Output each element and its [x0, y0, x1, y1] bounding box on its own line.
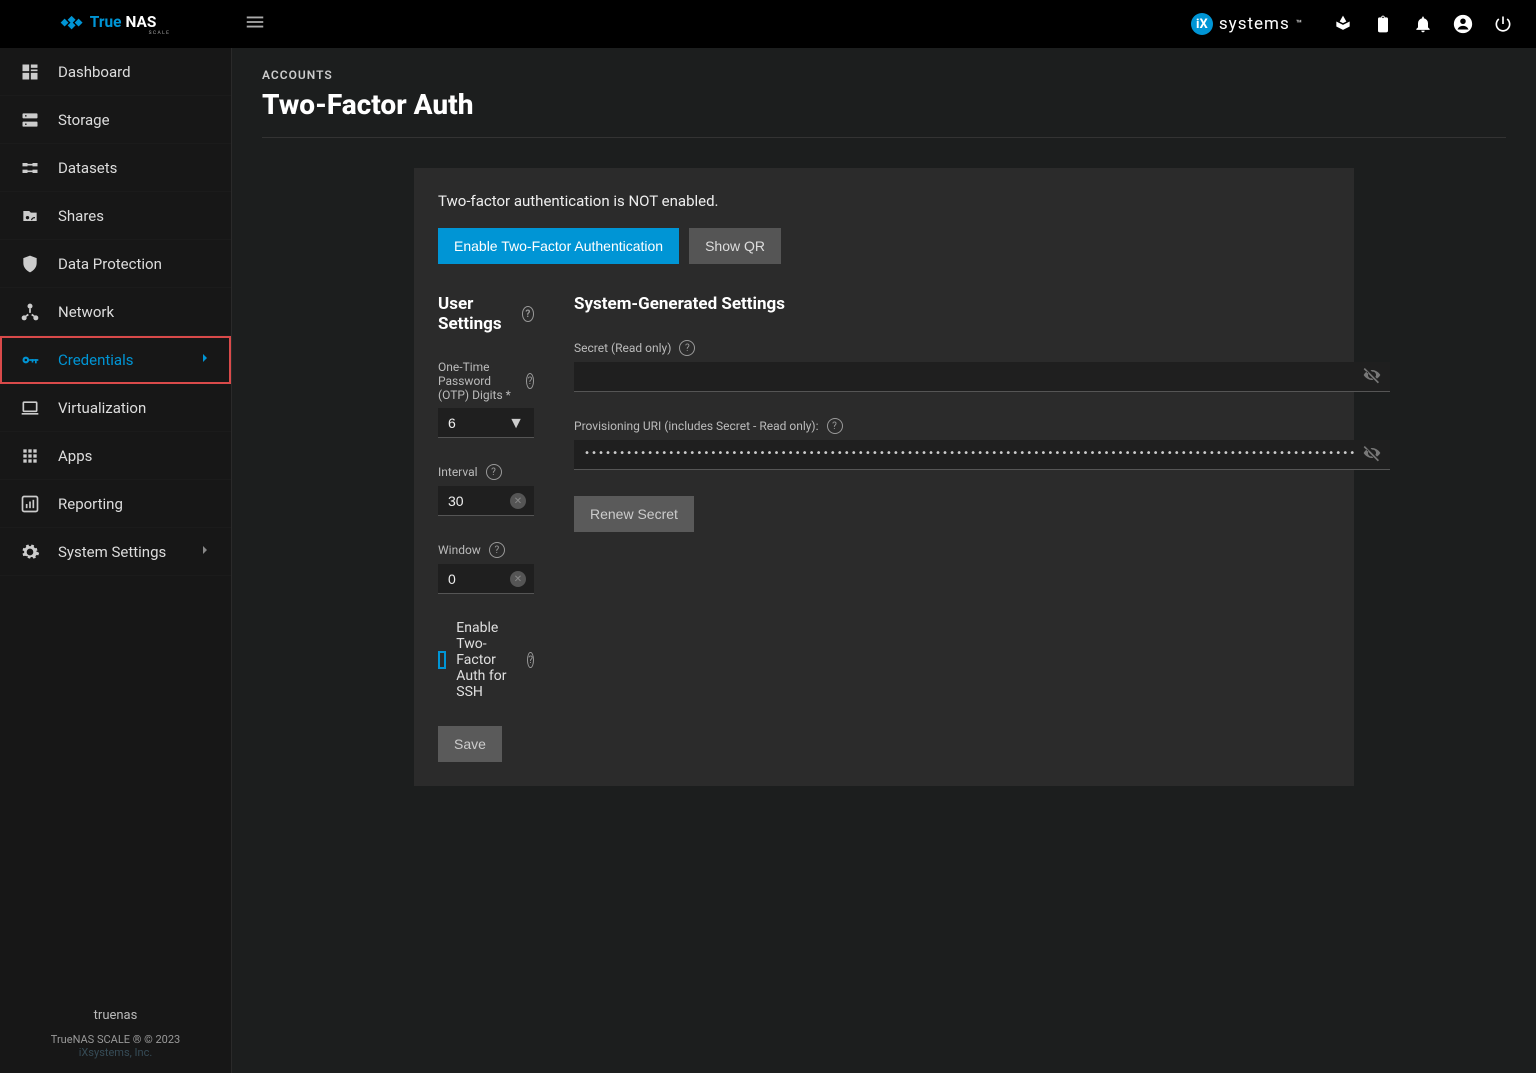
settings-card: Two-factor authentication is NOT enabled…	[414, 168, 1354, 786]
sidebar-item-virtualization[interactable]: Virtualization	[0, 384, 231, 432]
ssh-2fa-checkbox[interactable]	[438, 651, 446, 669]
dashboard-icon	[18, 60, 42, 84]
hostname: truenas	[0, 1008, 231, 1023]
sidebar-item-reporting[interactable]: Reporting	[0, 480, 231, 528]
top-bar: True NAS SCALE iXsystems™	[0, 0, 1536, 48]
sidebar-item-label: Dashboard	[58, 63, 131, 81]
sidebar-item-label: Network	[58, 303, 114, 321]
chevron-right-icon	[197, 350, 213, 370]
sidebar-item-label: System Settings	[58, 543, 166, 561]
sidebar-item-apps[interactable]: Apps	[0, 432, 231, 480]
sidebar-item-label: Datasets	[58, 159, 117, 177]
sidebar-item-label: Shares	[58, 207, 104, 225]
renew-secret-button[interactable]: Renew Secret	[574, 496, 694, 532]
help-icon[interactable]: ?	[486, 464, 502, 480]
ssh-2fa-label: Enable Two-Factor Auth for SSH	[456, 620, 517, 700]
key-icon	[18, 348, 42, 372]
breadcrumb[interactable]: ACCOUNTS	[262, 68, 1506, 82]
sidebar: Dashboard Storage Datasets Shares Data Prote…	[0, 48, 232, 1073]
otp-digits-label: One-Time Password (OTP) Digits *	[438, 360, 518, 402]
help-icon[interactable]: ?	[526, 373, 534, 389]
window-label: Window	[438, 543, 481, 557]
sidebar-item-data-protection[interactable]: Data Protection	[0, 240, 231, 288]
svg-text:True: True	[90, 13, 122, 31]
enable-2fa-button[interactable]: Enable Two-Factor Authentication	[438, 228, 679, 264]
interval-label: Interval	[438, 465, 478, 479]
storage-icon	[18, 108, 42, 132]
sidebar-item-credentials[interactable]: Credentials	[0, 336, 231, 384]
clipboard-icon[interactable]	[1372, 13, 1394, 35]
gear-icon	[18, 540, 42, 564]
system-settings-column: System-Generated Settings Secret (Read o…	[574, 294, 1390, 762]
save-button[interactable]: Save	[438, 726, 502, 762]
help-icon[interactable]: ?	[522, 306, 534, 322]
company-link[interactable]: iXsystems, Inc.	[0, 1046, 231, 1059]
clear-icon[interactable]: ✕	[510, 571, 526, 587]
help-icon[interactable]: ?	[489, 542, 505, 558]
visibility-off-icon[interactable]	[1362, 365, 1382, 389]
svg-text:NAS: NAS	[126, 13, 157, 31]
secret-label: Secret (Read only)	[574, 341, 671, 355]
datasets-icon	[18, 156, 42, 180]
laptop-icon	[18, 396, 42, 420]
sidebar-item-network[interactable]: Network	[0, 288, 231, 336]
shares-icon	[18, 204, 42, 228]
sidebar-item-label: Credentials	[58, 351, 133, 369]
help-icon[interactable]: ?	[679, 340, 695, 356]
svg-text:SCALE: SCALE	[149, 30, 171, 36]
uri-input: ••••••••••••••••••••••••••••••••••••••••…	[574, 440, 1390, 470]
account-icon[interactable]	[1452, 13, 1474, 35]
chart-icon	[18, 492, 42, 516]
menu-toggle-icon[interactable]	[244, 11, 266, 37]
ixsystems-logo[interactable]: iXsystems™	[1191, 13, 1302, 35]
sidebar-footer: truenas TrueNAS SCALE ® © 2023 iXsystems…	[0, 1008, 231, 1073]
visibility-off-icon[interactable]	[1362, 443, 1382, 467]
sidebar-item-label: Reporting	[58, 495, 123, 513]
sidebar-item-datasets[interactable]: Datasets	[0, 144, 231, 192]
user-settings-title: User Settings	[438, 294, 514, 334]
shield-icon	[18, 252, 42, 276]
otp-digits-select[interactable]	[438, 408, 534, 438]
logo[interactable]: True NAS SCALE	[12, 10, 232, 38]
help-icon[interactable]: ?	[527, 652, 534, 668]
show-qr-button[interactable]: Show QR	[689, 228, 781, 264]
uri-label: Provisioning URI (includes Secret - Read…	[574, 419, 819, 433]
secret-input	[574, 362, 1390, 392]
chevron-right-icon	[197, 542, 213, 562]
sidebar-item-system-settings[interactable]: System Settings	[0, 528, 231, 576]
network-icon	[18, 300, 42, 324]
notifications-icon[interactable]	[1412, 13, 1434, 35]
sidebar-item-shares[interactable]: Shares	[0, 192, 231, 240]
page-title: Two-Factor Auth	[262, 88, 1506, 138]
user-settings-column: User Settings ? One-Time Password (OTP) …	[438, 294, 534, 762]
status-text: Two-factor authentication is NOT enabled…	[438, 192, 1330, 210]
sidebar-item-label: Storage	[58, 111, 110, 129]
sidebar-item-label: Data Protection	[58, 255, 162, 273]
truecommand-icon[interactable]	[1332, 13, 1354, 35]
clear-icon[interactable]: ✕	[510, 493, 526, 509]
main-content: ACCOUNTS Two-Factor Auth Two-factor auth…	[232, 48, 1536, 1073]
system-settings-title: System-Generated Settings	[574, 294, 785, 314]
sidebar-item-label: Virtualization	[58, 399, 146, 417]
apps-icon	[18, 444, 42, 468]
power-icon[interactable]	[1492, 13, 1514, 35]
help-icon[interactable]: ?	[827, 418, 843, 434]
sidebar-item-dashboard[interactable]: Dashboard	[0, 48, 231, 96]
sidebar-item-storage[interactable]: Storage	[0, 96, 231, 144]
sidebar-item-label: Apps	[58, 447, 92, 465]
version-text: TrueNAS SCALE ® © 2023	[0, 1033, 231, 1046]
